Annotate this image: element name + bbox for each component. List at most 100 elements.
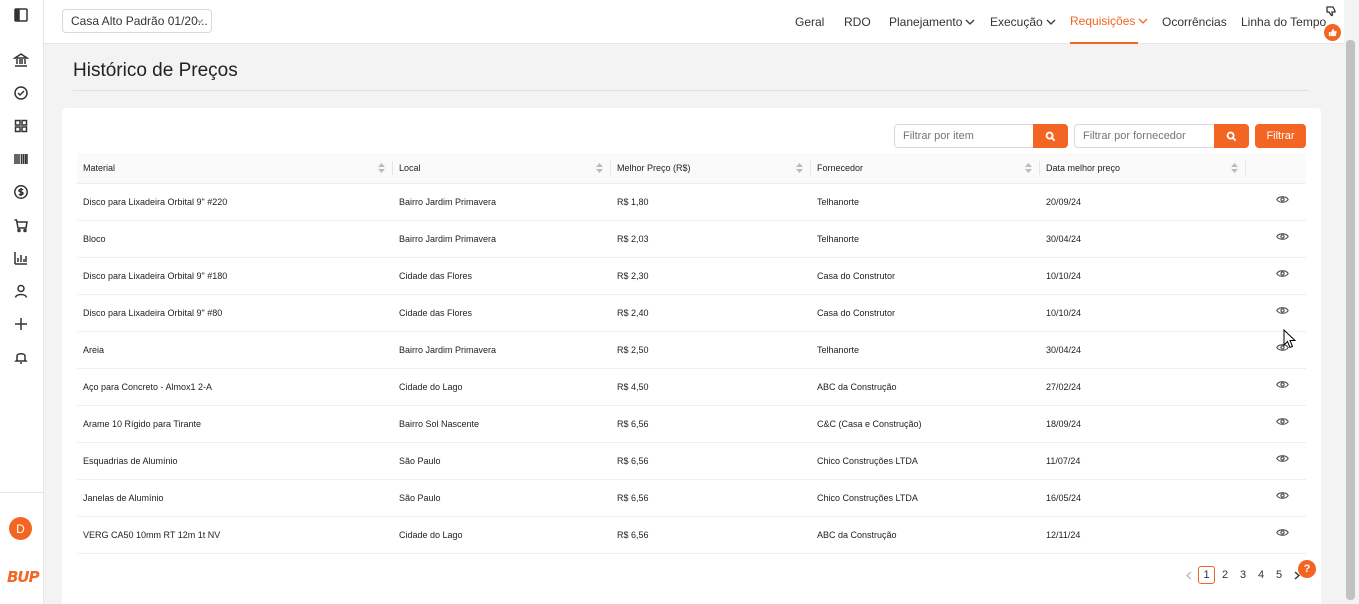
cart-icon[interactable] bbox=[12, 216, 30, 234]
barcode-icon[interactable] bbox=[12, 150, 30, 168]
help-button[interactable]: ? bbox=[1298, 560, 1316, 578]
cell-local: Bairro Jardim Primavera bbox=[393, 220, 611, 258]
cell-data: 20/09/24 bbox=[1040, 183, 1246, 221]
cell-material: Janelas de Alumínio bbox=[77, 479, 393, 517]
pagination-page-4[interactable]: 4 bbox=[1253, 566, 1269, 584]
bar-chart-icon[interactable] bbox=[12, 249, 30, 267]
pagination-prev[interactable] bbox=[1182, 566, 1196, 584]
sidebar: D BUP bbox=[0, 0, 44, 604]
sort-icon bbox=[596, 163, 603, 173]
cell-fornecedor: Casa do Construtor bbox=[811, 257, 1040, 295]
plus-icon[interactable] bbox=[12, 315, 30, 333]
view-eye-icon[interactable] bbox=[1275, 232, 1289, 245]
bell-icon[interactable] bbox=[12, 348, 30, 366]
chevron-down-icon bbox=[965, 15, 975, 29]
cell-fornecedor: C&C (Casa e Construção) bbox=[811, 405, 1040, 443]
price-history-table: Material Local Melhor Preço (R$) Fornece… bbox=[77, 153, 1306, 554]
cell-actions bbox=[1246, 368, 1306, 406]
cell-actions bbox=[1246, 257, 1306, 295]
cell-local: Cidade das Flores bbox=[393, 257, 611, 295]
mouse-cursor-icon bbox=[1283, 328, 1297, 349]
table-row: Disco para Lixadeira Orbital 9" #180 Cida… bbox=[77, 257, 1306, 295]
search-supplier-button[interactable] bbox=[1214, 124, 1249, 148]
title-divider bbox=[73, 90, 1309, 91]
filter-supplier-input[interactable] bbox=[1074, 124, 1215, 148]
pagination-page-5[interactable]: 5 bbox=[1271, 566, 1287, 584]
chevron-left-icon bbox=[1186, 570, 1192, 580]
cell-preco: R$ 2,50 bbox=[611, 331, 811, 369]
user-icon[interactable] bbox=[12, 282, 30, 300]
table-row: Arame 10 Rígido para Tirante Bairro Sol N… bbox=[77, 405, 1306, 443]
chevron-down-icon bbox=[1046, 15, 1056, 29]
cell-material: Disco para Lixadeira Orbital 9" #180 bbox=[77, 257, 393, 295]
search-item-button[interactable] bbox=[1033, 124, 1068, 148]
cell-preco: R$ 6,56 bbox=[611, 516, 811, 554]
cell-preco: R$ 2,30 bbox=[611, 257, 811, 295]
bank-icon[interactable] bbox=[12, 51, 30, 69]
cell-preco: R$ 4,50 bbox=[611, 368, 811, 406]
view-eye-icon[interactable] bbox=[1275, 528, 1289, 541]
grid-icon[interactable] bbox=[12, 117, 30, 135]
check-circle-icon[interactable] bbox=[12, 84, 30, 102]
header-data-melhor-preco[interactable]: Data melhor preço bbox=[1040, 153, 1246, 184]
cell-data: 12/11/24 bbox=[1040, 516, 1246, 554]
nav-ocorrencias[interactable]: Ocorrências bbox=[1162, 0, 1227, 44]
thumbs-up-icon[interactable] bbox=[1324, 24, 1341, 41]
cell-local: Cidade do Lago bbox=[393, 516, 611, 554]
cell-actions bbox=[1246, 442, 1306, 480]
table-row: VERG CA50 10mm RT 12m 1t NV Cidade do Lag… bbox=[77, 516, 1306, 554]
cell-actions bbox=[1246, 405, 1306, 443]
thumbs-down-icon[interactable] bbox=[1325, 4, 1337, 17]
header-melhor-preco[interactable]: Melhor Preço (R$) bbox=[611, 153, 811, 184]
view-eye-icon[interactable] bbox=[1275, 417, 1289, 430]
view-eye-icon[interactable] bbox=[1275, 306, 1289, 319]
view-eye-icon[interactable] bbox=[1275, 195, 1289, 208]
pagination-page-3[interactable]: 3 bbox=[1235, 566, 1251, 584]
nav-requisicoes[interactable]: Requisições bbox=[1070, 0, 1148, 44]
cell-actions bbox=[1246, 220, 1306, 258]
table-row: Aço para Concreto - Almox1 2-A Cidade do … bbox=[77, 368, 1306, 406]
avatar[interactable]: D bbox=[9, 517, 32, 540]
scrollbar-thumb[interactable] bbox=[1346, 40, 1355, 600]
cell-data: 16/05/24 bbox=[1040, 479, 1246, 517]
view-eye-icon[interactable] bbox=[1275, 380, 1289, 393]
nav-rdo[interactable]: RDO bbox=[844, 0, 871, 44]
cell-material: Arame 10 Rígido para Tirante bbox=[77, 405, 393, 443]
cell-actions bbox=[1246, 183, 1306, 221]
header-material[interactable]: Material bbox=[77, 153, 393, 184]
cell-fornecedor: Casa do Construtor bbox=[811, 294, 1040, 332]
nav-planejamento[interactable]: Planejamento bbox=[889, 0, 975, 44]
project-select-value: Casa Alto Padrão 01/20... bbox=[71, 14, 208, 28]
dollar-icon[interactable] bbox=[12, 183, 30, 201]
cell-data: 30/04/24 bbox=[1040, 331, 1246, 369]
nav-geral[interactable]: Geral bbox=[795, 0, 824, 44]
cell-local: Cidade do Lago bbox=[393, 368, 611, 406]
filter-button[interactable]: Filtrar bbox=[1255, 124, 1306, 148]
pagination-page-1[interactable]: 1 bbox=[1198, 566, 1215, 584]
view-eye-icon[interactable] bbox=[1275, 269, 1289, 282]
table-row: Areia Bairro Jardim Primavera R$ 2,50 Telha… bbox=[77, 331, 1306, 369]
cell-local: Bairro Jardim Primavera bbox=[393, 331, 611, 369]
topbar: Casa Alto Padrão 01/20... Geral RDO Plan… bbox=[44, 0, 1344, 44]
table-row: Esquadrias de Alumínio São Paulo R$ 6,56 Ch… bbox=[77, 442, 1306, 480]
cell-material: Esquadrias de Alumínio bbox=[77, 442, 393, 480]
cell-actions bbox=[1246, 516, 1306, 554]
panel-toggle-icon[interactable] bbox=[12, 6, 30, 24]
sort-icon bbox=[1025, 163, 1032, 173]
header-fornecedor[interactable]: Fornecedor bbox=[811, 153, 1040, 184]
search-icon bbox=[1226, 131, 1237, 141]
filter-item-input[interactable] bbox=[894, 124, 1034, 148]
cell-fornecedor: Chico Construções LTDA bbox=[811, 442, 1040, 480]
view-eye-icon[interactable] bbox=[1275, 454, 1289, 467]
project-select[interactable]: Casa Alto Padrão 01/20... bbox=[62, 9, 212, 33]
nav-linha-do-tempo[interactable]: Linha do Tempo bbox=[1241, 0, 1326, 44]
pagination-page-2[interactable]: 2 bbox=[1217, 566, 1233, 584]
cell-material: Disco para Lixadeira Orbital 9" #220 bbox=[77, 183, 393, 221]
cell-preco: R$ 6,56 bbox=[611, 405, 811, 443]
cell-fornecedor: ABC da Construção bbox=[811, 368, 1040, 406]
view-eye-icon[interactable] bbox=[1275, 491, 1289, 504]
header-local[interactable]: Local bbox=[393, 153, 611, 184]
nav-execucao[interactable]: Execução bbox=[990, 0, 1056, 44]
cell-data: 10/10/24 bbox=[1040, 257, 1246, 295]
cell-material: Bloco bbox=[77, 220, 393, 258]
